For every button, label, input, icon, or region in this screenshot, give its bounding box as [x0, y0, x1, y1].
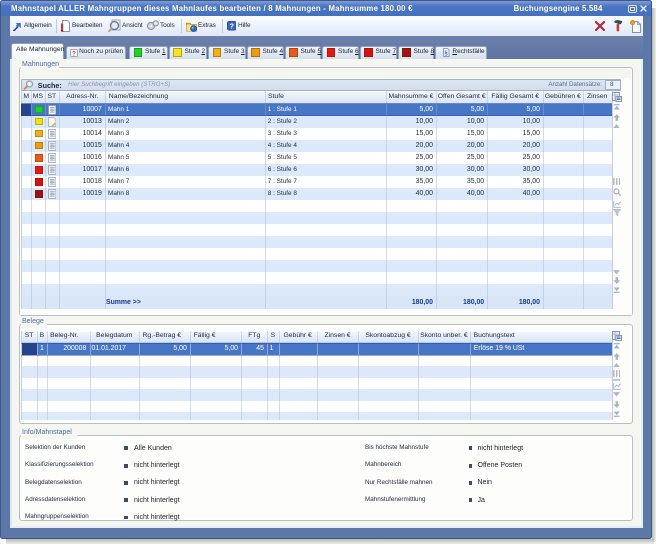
svg-text:?: ? — [229, 21, 234, 30]
svg-text:?: ? — [72, 50, 76, 56]
